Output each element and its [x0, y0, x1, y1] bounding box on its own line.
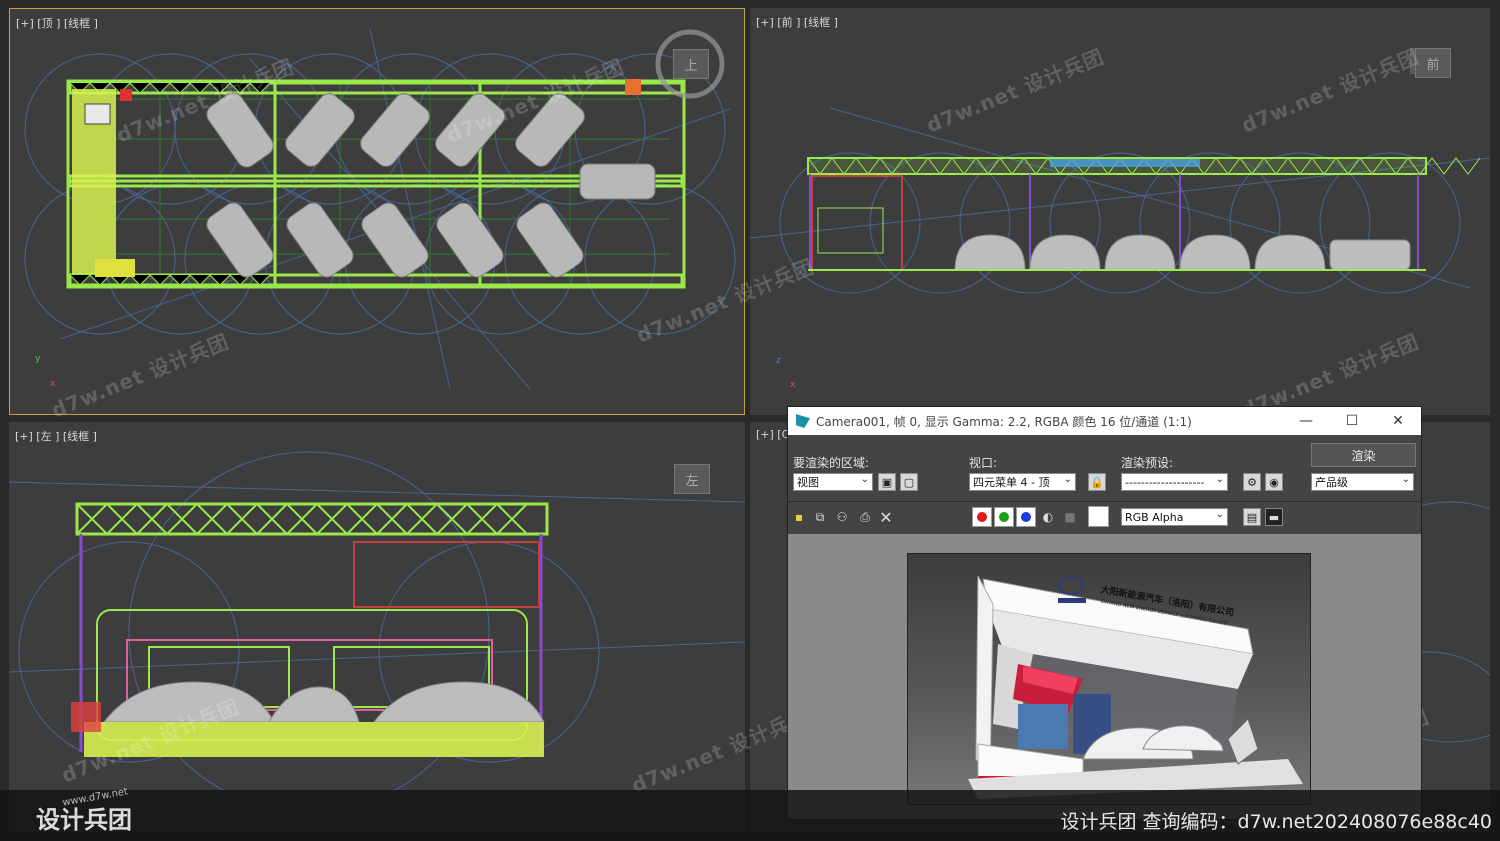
- copy-image-icon[interactable]: ⧉: [810, 507, 830, 527]
- axis-x-label-front: x: [790, 380, 796, 390]
- viewport-front[interactable]: [+] [前 ] [线框 ] 前 z x: [750, 8, 1490, 415]
- close-button[interactable]: ✕: [1375, 407, 1421, 435]
- chevron-down-icon: ⌄: [860, 474, 869, 485]
- maximize-button[interactable]: ☐: [1329, 407, 1375, 435]
- channel-display-value: RGB Alpha: [1125, 510, 1184, 524]
- viewport-top[interactable]: [+] [顶 ] [线框 ] 上 y x: [9, 8, 745, 415]
- chevron-down-icon: ⌄: [1063, 474, 1072, 485]
- color-swatch[interactable]: [1088, 506, 1109, 527]
- auto-region-icon[interactable]: ▢: [900, 473, 918, 491]
- rendered-image: 大阳新能源汽车（洛阳）有限公司 DAYANG NEW ENERGY VEHICL…: [907, 553, 1311, 805]
- top-wireframe: [24, 28, 736, 390]
- viewcube-left[interactable]: 左: [674, 464, 710, 494]
- channel-display-select[interactable]: RGB Alpha ⌄: [1121, 508, 1228, 526]
- print-icon[interactable]: ⎙: [855, 507, 875, 527]
- render-setup-icon[interactable]: ⚙: [1243, 473, 1261, 491]
- left-wireframe: [9, 451, 745, 813]
- render-preset-label: 渲染预设:: [1121, 456, 1174, 470]
- green-channel-toggle[interactable]: [994, 507, 1014, 527]
- render-window-title: Camera001, 帧 0, 显示 Gamma: 2.2, RGBA 颜色 1…: [816, 414, 1192, 429]
- render-window-titlebar[interactable]: Camera001, 帧 0, 显示 Gamma: 2.2, RGBA 颜色 1…: [788, 407, 1421, 435]
- area-to-render-value: 视图: [797, 476, 819, 489]
- environment-icon[interactable]: ◉: [1265, 473, 1283, 491]
- chevron-down-icon: ⌄: [1401, 474, 1410, 485]
- render-quality-select[interactable]: 产品级 ⌄: [1311, 473, 1414, 491]
- logo: 设计兵团: [36, 806, 132, 834]
- frame-buffer-area: 大阳新能源汽车（洛阳）有限公司 DAYANG NEW ENERGY VEHICL…: [788, 534, 1421, 819]
- chevron-down-icon: ⌄: [1215, 474, 1224, 485]
- viewport-label: 视口:: [969, 456, 998, 470]
- viewport-value: 四元菜单 4 - 顶: [973, 476, 1050, 489]
- monochrome-icon[interactable]: ■: [1060, 507, 1080, 527]
- render-frame-window[interactable]: Camera001, 帧 0, 显示 Gamma: 2.2, RGBA 颜色 1…: [787, 406, 1422, 820]
- render-quality-value: 产品级: [1315, 476, 1348, 489]
- viewport-select[interactable]: 四元菜单 4 - 顶 ⌄: [969, 473, 1076, 491]
- toggle-ui-overlay-icon[interactable]: ▤: [1243, 508, 1261, 526]
- render-preset-value: --------------------: [1125, 475, 1205, 489]
- area-to-render-select[interactable]: 视图 ⌄: [793, 473, 873, 491]
- save-image-icon[interactable]: ▪: [789, 507, 809, 527]
- viewport-left[interactable]: [+] [左 ] [线框 ] 左: [9, 422, 745, 832]
- render-button[interactable]: 渲染: [1311, 443, 1416, 467]
- toggle-ui-icon[interactable]: ▬: [1265, 508, 1283, 526]
- front-wireframe: [750, 48, 1490, 294]
- viewcube-top[interactable]: 上: [673, 49, 709, 79]
- query-code-text: 设计兵团 查询编码：d7w.net202408076e88c40: [1060, 811, 1493, 833]
- lock-icon[interactable]: 🔒: [1088, 473, 1106, 491]
- alpha-channel-icon[interactable]: ◐: [1038, 507, 1058, 527]
- axis-y-label: y: [35, 354, 41, 364]
- axis-z-label: z: [776, 356, 781, 366]
- render-preset-select[interactable]: -------------------- ⌄: [1121, 473, 1228, 491]
- viewcube-front[interactable]: 前: [1415, 48, 1451, 78]
- blue-channel-toggle[interactable]: [1016, 507, 1036, 527]
- chevron-down-icon: ⌄: [1215, 509, 1224, 520]
- toolbar-divider: [788, 501, 1421, 502]
- area-to-render-label: 要渲染的区域:: [793, 456, 870, 470]
- clear-icon[interactable]: ✕: [876, 507, 896, 527]
- red-channel-toggle[interactable]: [972, 507, 992, 527]
- edit-region-icon[interactable]: ▣: [878, 473, 896, 491]
- minimize-button[interactable]: —: [1283, 407, 1329, 435]
- axis-x-label: x: [50, 379, 56, 389]
- clone-window-icon[interactable]: ⚇: [832, 507, 852, 527]
- 3dsmax-app-icon: [796, 414, 810, 428]
